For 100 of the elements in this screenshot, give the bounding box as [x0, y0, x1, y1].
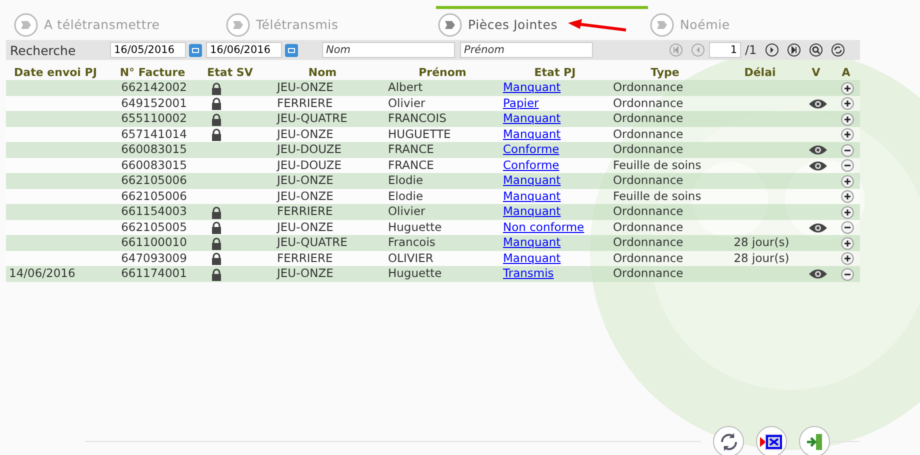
table-cell: Ordonnance: [613, 235, 684, 250]
last-page-icon[interactable]: [786, 43, 801, 57]
eye-icon[interactable]: [808, 98, 828, 110]
table-cell: 662105006: [121, 173, 187, 188]
table-cell: 662105006: [121, 188, 187, 203]
table-cell: Huguette: [388, 220, 442, 234]
plus-icon[interactable]: [841, 236, 854, 250]
page-field[interactable]: 1: [709, 42, 741, 58]
table-cell: JEU-QUATRE: [277, 235, 348, 250]
table-cell: JEU-ONZE: [277, 80, 334, 94]
minus-icon[interactable]: [841, 268, 854, 281]
table-cell: 661154003: [121, 204, 187, 218]
table-cell: 655110002: [121, 111, 187, 126]
table-cell: Ordonnance: [613, 96, 684, 110]
table-cell: Elodie: [388, 188, 424, 203]
status-link[interactable]: Manquant: [503, 188, 561, 203]
table-cell: 28 jour(s): [734, 250, 790, 265]
status-link[interactable]: Manquant: [503, 126, 561, 141]
column-header: A: [832, 65, 860, 80]
table-cell: Ordonnance: [613, 204, 684, 218]
name-field[interactable]: Nom: [322, 42, 455, 58]
table-cell: FRANCOIS: [388, 111, 446, 126]
table-cell: JEU-DOUZE: [277, 142, 342, 156]
table-cell: JEU-ONZE: [277, 220, 334, 234]
table-cell: JEU-ONZE: [277, 188, 334, 203]
table-cell: Francois: [388, 235, 436, 250]
search-icon[interactable]: [808, 43, 823, 57]
table-cell: Feuille de soins: [613, 188, 702, 203]
column-header: Nom: [260, 65, 385, 80]
table-cell: 14/06/2016: [9, 266, 76, 280]
table-cell: 662105005: [121, 220, 187, 234]
table-cell: 661174001: [121, 266, 187, 280]
table-cell: 649152001: [121, 96, 187, 110]
column-header: Etat PJ: [500, 65, 610, 80]
table-cell: 660083015: [121, 142, 187, 156]
calendar-icon: [288, 48, 295, 52]
status-link[interactable]: Papier: [503, 96, 539, 110]
calendar-button[interactable]: [189, 44, 202, 56]
plus-icon[interactable]: [841, 82, 854, 95]
table-cell: Huguette: [388, 266, 442, 280]
table-cell: Ordonnance: [613, 220, 684, 234]
table-cell: Ordonnance: [613, 111, 684, 126]
eye-icon[interactable]: [808, 160, 828, 172]
table-cell: Ordonnance: [613, 80, 684, 94]
status-link[interactable]: Manquant: [503, 250, 561, 265]
table-cell: JEU-ONZE: [277, 173, 334, 188]
status-link[interactable]: Conforme: [503, 158, 560, 172]
table-cell: HUGUETTE: [388, 126, 451, 141]
table-cell: OLIVIER: [388, 250, 434, 265]
plus-icon[interactable]: [841, 206, 854, 219]
eye-icon[interactable]: [808, 268, 828, 280]
plus-icon[interactable]: [841, 97, 854, 110]
table-cell: 660083015: [121, 158, 187, 172]
exit-door-icon: [804, 432, 824, 452]
date-field[interactable]: 16/06/2016: [206, 42, 282, 58]
minus-icon[interactable]: [841, 159, 854, 172]
calendar-icon: [192, 48, 199, 52]
status-link[interactable]: Transmis: [503, 266, 554, 280]
table-cell: Ordonnance: [613, 142, 684, 156]
next-page-icon[interactable]: [764, 43, 779, 57]
plus-icon[interactable]: [841, 112, 854, 126]
status-link[interactable]: Manquant: [503, 204, 561, 218]
minus-icon[interactable]: [841, 221, 854, 234]
first-name-field[interactable]: Prénom: [460, 42, 593, 58]
table-cell: FRANCE: [388, 142, 434, 156]
table-cell: Albert: [388, 80, 423, 94]
table-cell: Feuille de soins: [613, 158, 702, 172]
page-total: /1: [745, 43, 757, 57]
eye-icon[interactable]: [808, 144, 828, 156]
table-cell: Ordonnance: [613, 266, 684, 280]
calendar-button[interactable]: [285, 44, 298, 56]
table-cell: 657141014: [121, 126, 187, 141]
eye-icon[interactable]: [808, 222, 828, 234]
table-cell: 28 jour(s): [734, 235, 790, 250]
status-link[interactable]: Conforme: [503, 142, 560, 156]
column-header: Date envoi PJ: [6, 65, 105, 80]
plus-icon[interactable]: [841, 190, 854, 204]
table-cell: 661100010: [121, 235, 187, 250]
minus-icon[interactable]: [841, 144, 854, 157]
plus-icon[interactable]: [841, 128, 854, 142]
table-cell: Elodie: [388, 173, 424, 188]
table-cell: Ordonnance: [613, 250, 684, 265]
column-header: N° Facture: [105, 65, 200, 80]
status-link[interactable]: Non conforme: [503, 220, 584, 234]
table-cell: Ordonnance: [613, 173, 684, 188]
table-cell: Olivier: [388, 204, 426, 218]
search-label: Recherche: [10, 42, 77, 58]
annotation-arrow: [566, 18, 628, 32]
status-link[interactable]: Manquant: [503, 80, 561, 94]
table-cell: Ordonnance: [613, 126, 684, 141]
status-link[interactable]: Manquant: [503, 173, 561, 188]
table-cell: 647093009: [121, 250, 187, 265]
plus-icon[interactable]: [841, 174, 854, 188]
refresh-icon[interactable]: [830, 43, 845, 57]
column-header: Type: [610, 65, 720, 80]
status-link[interactable]: Manquant: [503, 111, 561, 126]
status-link[interactable]: Manquant: [503, 235, 561, 250]
plus-icon[interactable]: [841, 252, 854, 266]
column-header: Prénom: [385, 65, 500, 80]
date-field[interactable]: 16/05/2016: [110, 42, 186, 58]
